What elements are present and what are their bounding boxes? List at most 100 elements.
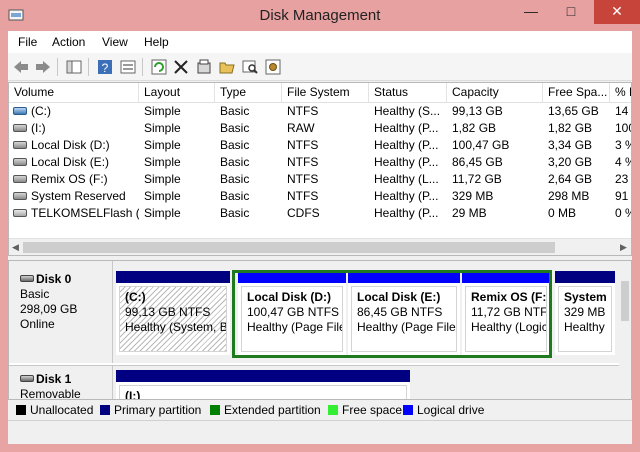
row-type: Basic [220,206,250,220]
row-free-space: 3,20 GB [548,155,593,169]
vertical-scrollbar[interactable] [619,261,631,399]
explore-icon[interactable] [241,58,259,76]
row-free-space: 298 MB [548,189,590,203]
row-file-system: NTFS [287,189,319,203]
column-header-percent-free[interactable]: % F [610,83,631,103]
disk-1-info[interactable]: Disk 1 Removable [9,366,113,400]
volume-row[interactable]: System Reserved Simple Basic NTFS Healthy (P… [9,188,631,205]
toolbar-separator [88,58,89,76]
row-status: Healthy (P... [374,155,439,169]
minimize-button[interactable]: — [516,0,546,24]
toolbar-separator [142,58,143,76]
hard-disk-icon [20,275,34,282]
volume-name: Local Disk (D:) [31,138,110,152]
volume-row[interactable]: Remix OS (F:) Simple Basic NTFS Healthy (L..… [9,171,631,188]
column-header-layout[interactable]: Layout [139,83,215,103]
svg-text:?: ? [102,61,109,75]
menu-file[interactable]: File [18,35,37,49]
column-header-capacity[interactable]: Capacity [447,83,543,103]
vertical-scrollbar-thumb[interactable] [621,281,629,321]
legend-swatch [16,405,26,415]
maximize-button[interactable]: □ [556,0,586,24]
disk-management-window: Disk Management — □ ✕ File Action View H… [0,0,640,452]
console-tree-icon[interactable] [65,58,83,76]
column-header-volume[interactable]: Volume [9,83,139,103]
back-arrow-icon[interactable] [12,58,30,76]
row-layout: Simple [144,121,181,135]
drive-icon [13,192,27,200]
row-volume: TELKOMSELFlash (... [9,205,139,222]
volume-name: Remix OS (F:) [31,172,108,186]
partition-body: (I:) [119,385,407,400]
drive-icon [13,175,27,183]
row-status: Healthy (P... [374,189,439,203]
properties-icon[interactable] [195,58,213,76]
partition-title: (I:) [125,389,141,400]
settings-icon[interactable] [264,58,282,76]
row-percent-free: 3 % [615,138,631,152]
partition-title: System [564,290,607,304]
row-file-system: NTFS [287,155,319,169]
delete-icon[interactable] [172,58,190,76]
partition-system-reserved[interactable]: System 329 MB Healthy [555,271,615,355]
volume-row[interactable]: Local Disk (D:) Simple Basic NTFS Healthy (P… [9,137,631,154]
help-icon[interactable]: ? [96,58,114,76]
volume-row[interactable]: Local Disk (E:) Simple Basic NTFS Healthy (P… [9,154,631,171]
row-type: Basic [220,138,250,152]
row-percent-free: 100 [615,121,631,135]
volume-row[interactable]: (I:) Simple Basic RAW Healthy (P... 1,82 GB 1,… [9,120,631,137]
row-status: Healthy (S... [374,104,441,118]
partition-c[interactable]: (C:) 99,13 GB NTFS Healthy (System, B [116,271,230,355]
row-percent-free: 0 % [615,206,631,220]
legend-label: Unallocated [30,403,94,417]
column-header-status[interactable]: Status [369,83,447,103]
volume-row[interactable]: TELKOMSELFlash (... Simple Basic CDFS Health… [9,205,631,222]
scroll-right-icon[interactable]: ▶ [620,242,627,253]
disk-1-type: Removable [20,387,81,400]
drive-icon [13,141,27,149]
menu-action[interactable]: Action [52,35,85,49]
refresh-icon[interactable] [150,58,168,76]
row-capacity: 11,72 GB [452,172,502,186]
forward-arrow-icon[interactable] [34,58,52,76]
row-layout: Simple [144,155,181,169]
column-header-free-space[interactable]: Free Spa... [543,83,610,103]
disk-0-info[interactable]: Disk 0 Basic 298,09 GB Online [9,261,113,363]
client-area: File Action View Help ? Volume Layout Ty… [8,31,632,452]
horizontal-scrollbar-thumb[interactable] [23,242,555,253]
partition-i[interactable]: (I:) [116,370,410,400]
row-layout: Simple [144,206,181,220]
properties-view-icon[interactable] [119,58,137,76]
menu-view[interactable]: View [102,35,128,49]
menu-help[interactable]: Help [144,35,169,49]
disk-0-row: Disk 0 Basic 298,09 GB Online (C:) 99,13 … [9,261,619,363]
row-type: Basic [220,121,250,135]
close-button[interactable]: ✕ [594,0,640,24]
column-header-file-system[interactable]: File System [282,83,369,103]
partition-bar [116,271,230,283]
disk-0-name: Disk 0 [36,272,72,286]
row-status: Healthy (P... [374,206,439,220]
system-drive-icon [13,107,27,115]
column-header-type[interactable]: Type [215,83,282,103]
horizontal-scrollbar[interactable]: ◀ ▶ [9,238,631,255]
row-free-space: 1,82 GB [548,121,593,135]
volume-name: System Reserved [31,189,126,203]
disk-1-name: Disk 1 [36,372,72,386]
scroll-left-icon[interactable]: ◀ [12,242,19,253]
legend-item: Unallocated [16,403,93,417]
row-volume: Remix OS (F:) [9,171,139,188]
partition-size: 329 MB [564,305,606,319]
legend-label: Extended partition [224,403,321,417]
row-volume: System Reserved [9,188,139,205]
row-free-space: 0 MB [548,206,577,220]
row-percent-free: 4 % [615,155,631,169]
open-icon[interactable] [218,58,236,76]
volume-row[interactable]: (C:) Simple Basic NTFS Healthy (S... 99,13 GB… [9,103,631,120]
disk-0-type: Basic [20,287,50,301]
legend-swatch [100,405,110,415]
legend-label: Logical drive [417,403,485,417]
row-layout: Simple [144,138,181,152]
toolbar: ? [8,53,632,81]
row-status: Healthy (P... [374,121,439,135]
